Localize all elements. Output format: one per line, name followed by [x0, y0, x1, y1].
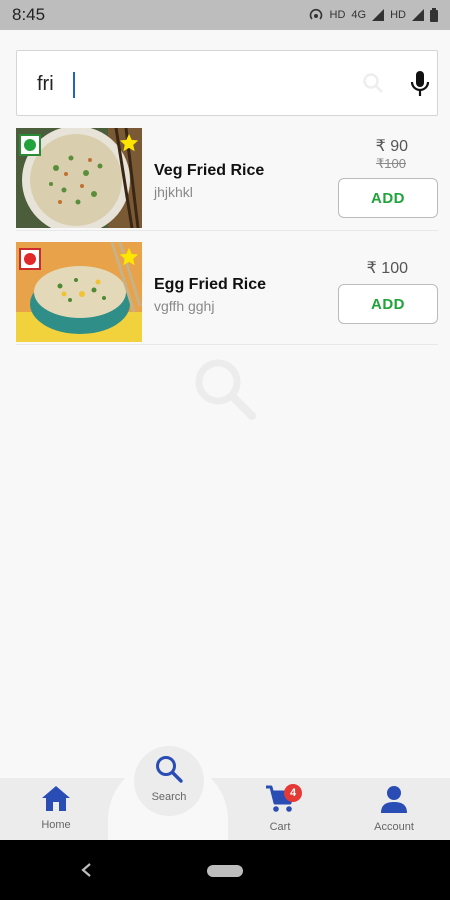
signal-icon	[372, 9, 385, 21]
nav-home-label: Home	[41, 819, 71, 831]
empty-search-icon	[192, 356, 258, 427]
system-navigation-bar	[0, 840, 450, 900]
nav-home[interactable]: Home	[16, 784, 96, 840]
nav-search[interactable]: Search	[129, 754, 209, 803]
status-bar: 8:45 HD 4G HD	[0, 0, 450, 30]
search-input[interactable]	[37, 67, 337, 101]
account-icon	[379, 784, 409, 817]
add-button[interactable]: ADD	[338, 284, 438, 324]
status-time: 8:45	[12, 5, 46, 24]
status-4g: 4G	[351, 9, 367, 21]
battery-icon	[430, 8, 438, 22]
veg-indicator-icon	[19, 134, 41, 156]
status-hd-1: HD	[329, 9, 346, 21]
nav-account-label: Account	[374, 821, 414, 833]
item-price: ₹ 100	[366, 260, 408, 277]
home-pill[interactable]	[207, 865, 243, 877]
item-name: Veg Fried Rice	[154, 162, 265, 179]
item-price: ₹ 90	[375, 138, 408, 155]
list-item[interactable]: Egg Fried Rice vgffh gghj ₹ 100 ADD	[16, 240, 438, 345]
search-icon	[154, 754, 184, 787]
signal-icon-2	[412, 9, 424, 21]
back-icon[interactable]	[80, 862, 92, 883]
food-image-egg-fried-rice	[16, 242, 142, 342]
nonveg-indicator-icon	[19, 248, 41, 270]
status-hd-2: HD	[390, 9, 406, 21]
list-item[interactable]: Veg Fried Rice jhjkhkl ₹ 90 ₹100 ADD	[16, 126, 438, 231]
nav-account[interactable]: Account	[354, 784, 434, 840]
item-name: Egg Fried Rice	[154, 276, 267, 293]
item-description: vgffh gghj	[154, 298, 215, 314]
nav-cart[interactable]: 4 Cart	[240, 784, 320, 840]
hotspot-icon	[308, 8, 324, 22]
home-icon	[40, 784, 72, 815]
nav-search-label: Search	[151, 791, 187, 803]
star-icon[interactable]	[118, 246, 140, 273]
star-icon[interactable]	[118, 132, 140, 159]
cart-count-badge: 4	[284, 784, 302, 802]
nav-cart-label: Cart	[269, 821, 291, 833]
text-caret	[73, 72, 75, 98]
food-image-veg-fried-rice	[16, 128, 142, 228]
item-description: jhjkhkl	[154, 184, 193, 200]
status-icons: HD 4G HD	[308, 8, 438, 22]
mic-icon[interactable]	[409, 69, 431, 104]
search-box[interactable]	[16, 50, 438, 116]
add-button[interactable]: ADD	[338, 178, 438, 218]
item-old-price: ₹100	[376, 156, 406, 171]
search-icon[interactable]	[361, 71, 385, 100]
